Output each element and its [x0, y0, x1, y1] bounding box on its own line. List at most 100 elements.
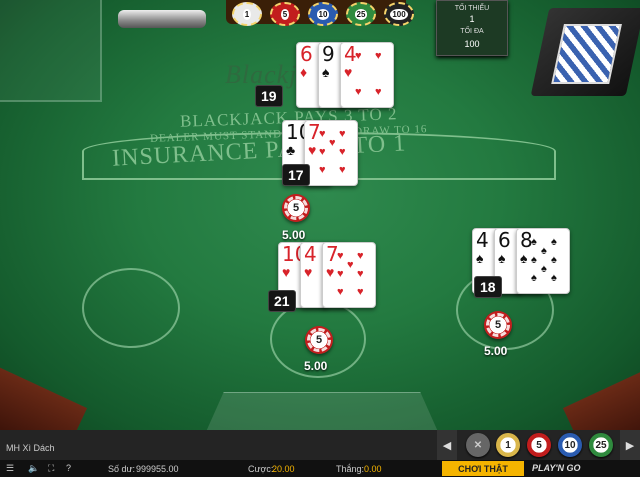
card-rank: 6 [498, 228, 511, 252]
card-pip: ♥ [319, 164, 326, 176]
status-bar: ☰ 🔈 ⛶ ? Số dư: 999955.00 Cược: 20.00 Thắ… [0, 460, 640, 477]
card-pip: ♠ [541, 245, 547, 257]
card-pip: ♠ [531, 254, 537, 266]
bet-label: Cược: [248, 464, 274, 474]
playing-card: 7 ♥ ♥ ♥ ♥ ♥ ♥ ♥ ♥ [304, 120, 358, 186]
tray-chip-value: 100 [390, 8, 408, 20]
chip-select-25[interactable]: 25 [589, 433, 613, 457]
card-suit-icon: ♥ [282, 264, 291, 280]
balance-label: Số dư: [108, 464, 136, 474]
sound-icon[interactable]: 🔈 [28, 463, 39, 474]
bet-spot-left[interactable] [82, 268, 180, 348]
tray-chip: 100 [384, 2, 414, 26]
play-real-button[interactable]: CHƠI THẬT [442, 461, 524, 476]
limits-placard: TỐI THIỂU 1 TỐI ĐA 100 [436, 0, 508, 56]
card-pip: ♥ [337, 250, 344, 262]
card-pip: ♥ [339, 146, 346, 158]
balance-value: 999955.00 [136, 464, 179, 474]
chips-next-button[interactable]: ▶ [620, 430, 640, 460]
brand-logo: PLAY'N GO [532, 463, 581, 473]
tray-chip: 5 [270, 2, 300, 26]
hand-2-bet-amount: 5.00 [304, 359, 328, 373]
bottom-bar: MH Xì Dách ◀ ✕ 1 5 10 25 ▶ ☰ 🔈 ⛶ ? Số dư: 9… [0, 430, 640, 477]
blackjack-table: 1 5 10 25 100 TỐI THIỂU 1 TỐI ĐA 100 Blackja… [0, 0, 640, 430]
chip-selector-bar: MH Xì Dách ◀ ✕ 1 5 10 25 ▶ [0, 430, 640, 460]
win-label: Thắng: [336, 464, 365, 474]
playing-card: 7 ♥ ♥ ♥ ♥ ♥ ♥ ♥ ♥ [322, 242, 376, 308]
hand-2-score: 21 [268, 290, 296, 312]
min-label: TỐI THIỂU [454, 5, 490, 12]
card-pip: ♥ [357, 250, 364, 262]
chip-select-1[interactable]: 1 [496, 433, 520, 457]
card-pip: ♠ [531, 236, 537, 248]
chip-roll-icon [118, 10, 206, 28]
chip-select-value: 25 [595, 439, 607, 451]
card-pip: ♥ [337, 286, 344, 298]
card-suit-icon: ♣ [286, 142, 296, 158]
table-rail-right [562, 357, 640, 430]
discard-tray [0, 0, 102, 102]
hand-3-bet-chip: 5 [484, 311, 512, 339]
hand-1-bet-chip: 5 [282, 194, 310, 222]
card-rank: 6 [300, 42, 313, 66]
card-pip: ♥ [355, 50, 362, 62]
chip-select-10[interactable]: 10 [558, 433, 582, 457]
clear-bet-button[interactable]: ✕ [466, 433, 490, 457]
hand-3-bet-amount: 5.00 [484, 344, 508, 358]
card-suit-icon: ♠ [498, 250, 506, 266]
card-suit-icon: ♠ [476, 250, 484, 266]
card-pip: ♥ [337, 268, 344, 280]
card-pip: ♠ [541, 263, 547, 275]
menu-icon[interactable]: ☰ [6, 463, 14, 474]
tray-chip: 1 [232, 2, 262, 26]
tray-chip-value: 5 [280, 8, 290, 20]
hand-1-score: 17 [282, 164, 310, 186]
shoe-card-back [551, 24, 622, 84]
card-pip: ♠ [551, 272, 557, 284]
playing-card: 8 ♠ ♠ ♠ ♠ ♠ ♠ ♠ ♠ ♠ [516, 228, 570, 294]
chevron-left-icon: ◀ [442, 439, 452, 452]
hand-1-bet-amount: 5.00 [282, 228, 306, 242]
card-suit-icon: ♠ [322, 64, 330, 80]
card-pip: ♠ [531, 272, 537, 284]
card-pip: ♥ [375, 50, 382, 62]
card-pip: ♥ [339, 164, 346, 176]
chip-select-value: 1 [505, 439, 511, 451]
win-value: 0.00 [364, 464, 382, 474]
min-value: 1 [469, 14, 475, 24]
chip-tray: 1 5 10 25 100 [226, 0, 414, 26]
max-value: 100 [464, 39, 480, 49]
card-pip: ♥ [329, 137, 336, 149]
table-rail-left [0, 357, 88, 430]
tray-chip-value: 1 [242, 8, 252, 20]
card-pip: ♥ [357, 286, 364, 298]
max-label: TỐI ĐA [460, 28, 484, 35]
card-pip: ♠ [551, 254, 557, 266]
card-pip: ♥ [319, 146, 326, 158]
card-pip: ♥ [339, 128, 346, 140]
card-pip: ♠ [551, 236, 557, 248]
bet-value: 20.00 [272, 464, 295, 474]
fullscreen-icon[interactable]: ⛶ [48, 463, 54, 474]
center-tray [205, 392, 439, 430]
hand-3-score: 18 [474, 276, 502, 298]
card-shoe [530, 8, 640, 96]
chips-prev-button[interactable]: ◀ [437, 430, 457, 460]
card-rank: 4 [476, 228, 489, 252]
chip-select-5[interactable]: 5 [527, 433, 551, 457]
card-suit-icon: ♦ [300, 64, 308, 80]
card-rank: 4 [304, 242, 317, 266]
card-pip: ♥ [319, 128, 326, 140]
tray-chip-value: 25 [354, 8, 368, 20]
help-icon[interactable]: ? [66, 463, 71, 473]
chevron-right-icon: ▶ [625, 439, 635, 452]
game-name: MH Xì Dách [6, 443, 55, 453]
card-pip: ♥ [347, 259, 354, 271]
card-rank: 9 [322, 42, 335, 66]
dealer-score: 19 [255, 85, 283, 107]
card-pip: ♥ [357, 268, 364, 280]
card-suit-icon: ♥ [304, 264, 313, 280]
tray-chip: 25 [346, 2, 376, 26]
tray-chip: 10 [308, 2, 338, 26]
chip-select-value: 10 [564, 439, 576, 451]
